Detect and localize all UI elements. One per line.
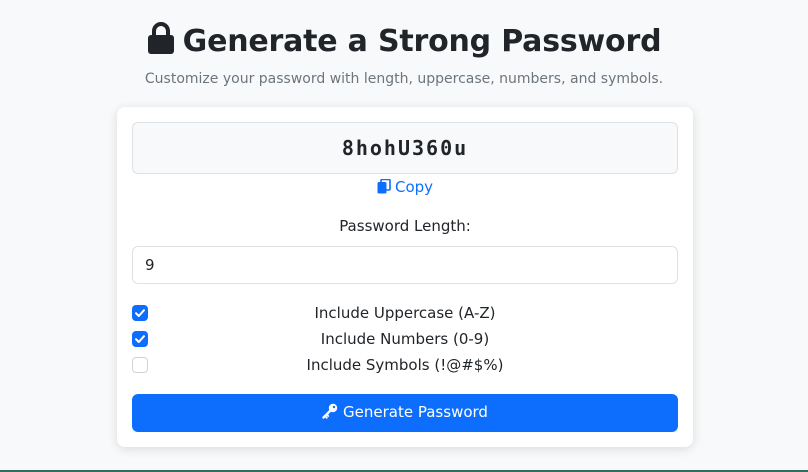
numbers-label: Include Numbers (0-9): [320, 330, 490, 348]
copy-button[interactable]: Copy: [117, 177, 693, 199]
length-label: Password Length:: [339, 217, 471, 235]
copy-label: Copy: [394, 178, 434, 196]
generator-card: 8hohU360u Copy Password Length: Include …: [117, 107, 693, 447]
generate-password-button[interactable]: Generate Password: [132, 394, 678, 432]
page-subtitle: Customize your password with length, upp…: [144, 71, 664, 87]
page-title: Generate a Strong Password: [0, 20, 808, 67]
key-icon: [322, 403, 338, 423]
generate-password-label: Generate Password: [343, 403, 488, 421]
lock-icon: [147, 22, 175, 67]
option-symbols[interactable]: Include Symbols (!@#$%): [132, 354, 678, 376]
symbols-label: Include Symbols (!@#$%): [306, 356, 504, 374]
uppercase-label: Include Uppercase (A-Z): [314, 304, 496, 322]
page-title-text: Generate a Strong Password: [182, 24, 662, 59]
option-numbers[interactable]: Include Numbers (0-9): [132, 328, 678, 350]
copy-icon: [377, 178, 391, 199]
option-uppercase[interactable]: Include Uppercase (A-Z): [132, 302, 678, 324]
length-input[interactable]: [132, 246, 678, 284]
password-display[interactable]: 8hohU360u: [132, 122, 678, 174]
